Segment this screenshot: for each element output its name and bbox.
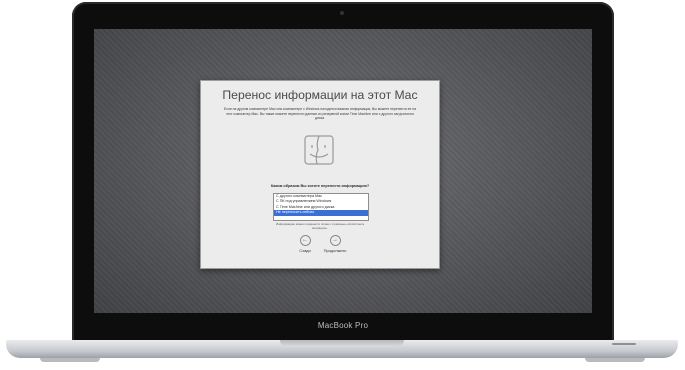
- laptop-foot-left: [40, 358, 100, 362]
- migration-note: Информацию можно перенести позже с помощ…: [275, 222, 365, 230]
- lid-opening-notch: [280, 340, 404, 347]
- continue-label: Продолжить: [323, 248, 347, 253]
- dialog-description: Если на другом компьютере Mac или компью…: [223, 107, 417, 121]
- laptop-foot-right: [585, 358, 645, 362]
- continue-button[interactable]: → Продолжить: [315, 235, 355, 253]
- migration-options-list[interactable]: С другого компьютера Mac С ПК под управл…: [273, 193, 369, 221]
- migration-question: Каким образом Вы хотите перенести информ…: [270, 184, 370, 188]
- sleep-indicator-light: [612, 343, 636, 345]
- dialog-title: Перенос информации на этот Mac: [222, 88, 418, 102]
- option-do-not-transfer[interactable]: Не переносить сейчас: [274, 210, 368, 216]
- brand-label: MacBook Pro: [317, 321, 369, 330]
- arrow-right-icon: →: [329, 235, 341, 246]
- laptop-base: [6, 340, 678, 358]
- migration-dialog: Перенос информации на этот Mac Если на д…: [200, 80, 440, 269]
- finder-face-icon: [304, 135, 334, 165]
- laptop-lid: Перенос информации на этот Mac Если на д…: [72, 2, 614, 342]
- arrow-left-icon: ←: [299, 235, 311, 246]
- display-screen: Перенос информации на этот Mac Если на д…: [94, 29, 592, 313]
- camera-icon: [340, 11, 344, 15]
